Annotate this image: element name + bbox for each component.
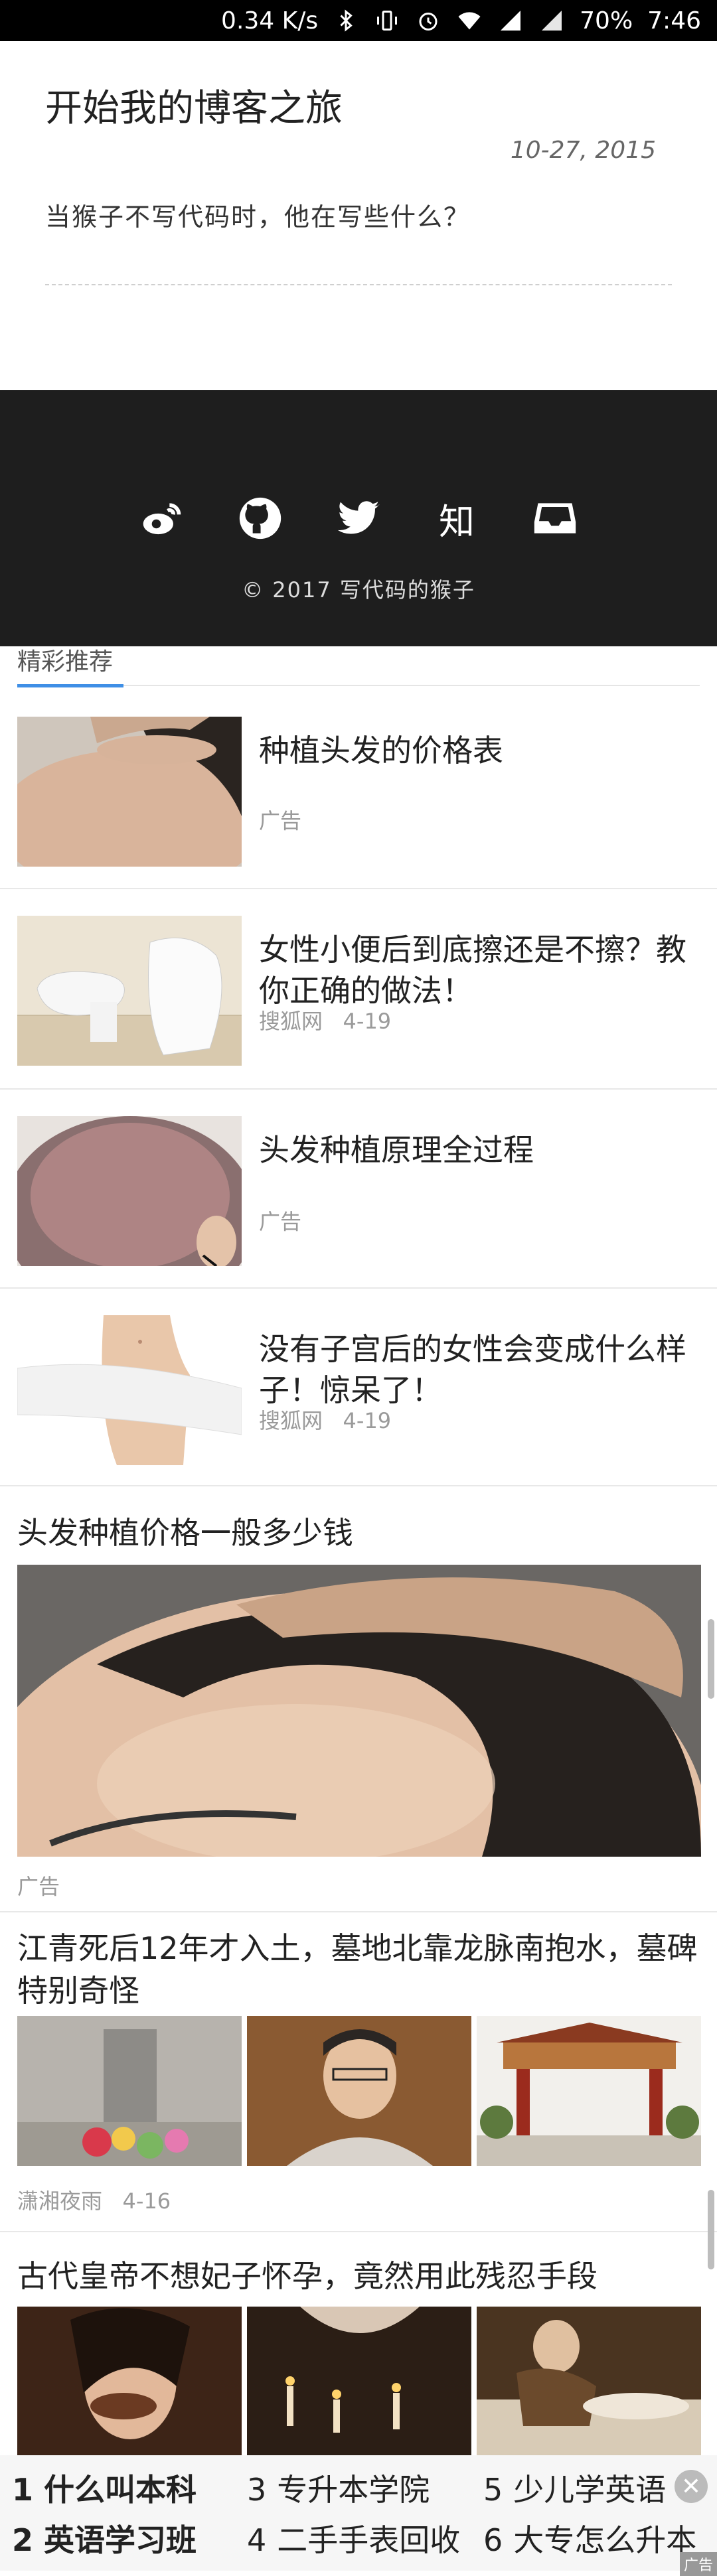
toilet-photo bbox=[17, 916, 242, 1066]
list-item[interactable]: 头发种植原理全过程 广告 bbox=[17, 1116, 701, 1289]
item-title: 头发种植原理全过程 bbox=[259, 1132, 534, 1168]
item-date: 4-19 bbox=[343, 1408, 392, 1433]
cemetery-gate-photo bbox=[477, 2016, 701, 2166]
article-title[interactable]: 古代皇帝不想妃子怀孕，竟然用此残忍手段 bbox=[17, 2255, 598, 2297]
concubine-photo bbox=[17, 2307, 242, 2457]
close-icon[interactable]: ✕ bbox=[675, 2470, 708, 2503]
ad-link[interactable]: 4 二手手表回收 bbox=[247, 2516, 460, 2560]
status-bar: 0.34 K/s 70% 7:46 bbox=[0, 0, 717, 41]
post-excerpt: 当猴子不写代码时，他在写些什么？ bbox=[45, 202, 471, 232]
tab-active-indicator bbox=[17, 684, 123, 687]
list-item[interactable]: 女性小便后到底擦还是不擦？教你正确的做法！ 搜狐网 4-19 bbox=[17, 916, 701, 1088]
signal-icon bbox=[497, 7, 524, 34]
article-title[interactable]: 江青死后12年才入土，墓地北靠龙脉南抱水，墓碑特别奇怪 bbox=[17, 1927, 701, 2012]
ad-link[interactable]: 1 什么叫本科 bbox=[12, 2466, 197, 2510]
grave-photo bbox=[17, 2016, 242, 2166]
inbox-icon[interactable] bbox=[529, 492, 581, 544]
scrollbar[interactable] bbox=[708, 1619, 714, 1699]
item-source: 搜狐网 bbox=[259, 1408, 323, 1433]
network-speed: 0.34 K/s bbox=[221, 7, 319, 35]
ad-label: 广告 bbox=[17, 1874, 60, 1899]
list-item[interactable]: 没有子宫后的女性会变成什么样子！惊呆了！ 搜狐网 4-19 bbox=[17, 1315, 701, 1488]
post-date: 10-27, 2015 bbox=[510, 137, 656, 164]
divider bbox=[0, 1485, 717, 1486]
divider bbox=[0, 1088, 717, 1090]
woman-photo bbox=[17, 1315, 242, 1465]
ad-link[interactable]: 5 少儿学英语 bbox=[483, 2466, 666, 2510]
github-icon[interactable] bbox=[234, 492, 286, 544]
article-date: 4-16 bbox=[122, 2188, 171, 2214]
battery-percent: 70% bbox=[580, 7, 633, 35]
palace-scene-photo bbox=[477, 2307, 701, 2457]
hair-transplant-photo bbox=[17, 1116, 242, 1266]
hair-photo bbox=[17, 717, 242, 867]
article-images[interactable] bbox=[17, 2016, 701, 2166]
item-meta: 搜狐网 4-19 bbox=[259, 1005, 391, 1035]
item-title: 没有子宫后的女性会变成什么样子！惊呆了！ bbox=[259, 1331, 686, 1408]
scrollbar-thumb[interactable] bbox=[708, 2190, 714, 2269]
divider bbox=[0, 2231, 717, 2232]
portrait-photo bbox=[247, 2016, 471, 2166]
alarm-icon bbox=[415, 7, 441, 34]
item-title: 种植头发的价格表 bbox=[259, 733, 503, 768]
ad-title[interactable]: 头发种植价格一般多少钱 bbox=[17, 1512, 353, 1554]
ad-label: 广告 bbox=[259, 1209, 302, 1234]
hair-loss-photo[interactable] bbox=[17, 1565, 701, 1857]
item-title: 女性小便后到底擦还是不擦？教你正确的做法！ bbox=[259, 932, 686, 1009]
vibrate-icon bbox=[374, 7, 400, 34]
social-links: 知 bbox=[0, 492, 717, 544]
tab-recommend[interactable]: 精彩推荐 bbox=[17, 642, 113, 677]
divider bbox=[0, 1911, 717, 1912]
candles-photo bbox=[247, 2307, 471, 2457]
ad-link[interactable]: 3 专升本学院 bbox=[247, 2466, 430, 2510]
article-meta: 潇湘夜雨 4-16 bbox=[17, 2184, 171, 2215]
signal-2-icon bbox=[538, 7, 565, 34]
ad-link[interactable]: 2 英语学习班 bbox=[12, 2516, 197, 2560]
article-source: 潇湘夜雨 bbox=[17, 2188, 103, 2214]
bluetooth-icon bbox=[333, 7, 359, 34]
divider bbox=[0, 1287, 717, 1289]
copyright: © 2017 写代码的猴子 bbox=[242, 577, 475, 603]
item-meta: 搜狐网 4-19 bbox=[259, 1404, 391, 1435]
dashed-divider bbox=[45, 284, 672, 285]
zhihu-icon[interactable]: 知 bbox=[431, 492, 483, 544]
list-item[interactable]: 种植头发的价格表 广告 bbox=[17, 717, 701, 889]
item-source: 搜狐网 bbox=[259, 1009, 323, 1034]
ad-link[interactable]: 6 大专怎么升本 bbox=[483, 2516, 696, 2560]
ad-label: 广告 bbox=[259, 808, 302, 833]
wifi-icon bbox=[456, 7, 483, 34]
ad-badge: 广告 bbox=[679, 2552, 717, 2576]
divider bbox=[0, 888, 717, 889]
twitter-icon[interactable] bbox=[333, 492, 384, 544]
post-title[interactable]: 开始我的博客之旅 bbox=[45, 78, 343, 132]
weibo-icon[interactable] bbox=[136, 492, 188, 544]
item-date: 4-19 bbox=[343, 1009, 392, 1034]
bottom-ad-banner: 1 什么叫本科 3 专升本学院 5 少儿学英语 2 英语学习班 4 二手手表回收 6 大专怎… bbox=[0, 2455, 717, 2571]
clock: 7:46 bbox=[647, 7, 701, 35]
article-images[interactable] bbox=[17, 2307, 701, 2457]
